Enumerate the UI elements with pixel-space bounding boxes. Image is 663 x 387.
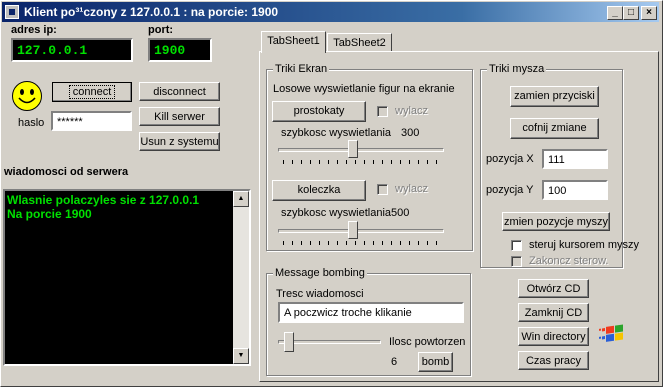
triki-ekran-description: Losowe wyswietlanie figur na ekranie — [273, 83, 455, 95]
repeat-count-label: Ilosc powtorzen — [389, 336, 466, 348]
title-bar[interactable]: Klient po³¹czony z 127.0.0.1 : na porcie… — [2, 2, 659, 22]
speed-slider-1[interactable] — [278, 140, 444, 168]
swap-buttons-button[interactable]: zamien przyciski — [510, 86, 599, 107]
disconnect-button[interactable]: disconnect — [139, 82, 220, 101]
tab-tabsheet2[interactable]: TabSheet2 — [327, 33, 392, 52]
speed-label-1: szybkosc wyswietlania — [281, 127, 392, 139]
window-title: Klient po³¹czony z 127.0.0.1 : na porcie… — [24, 5, 279, 19]
messages-title: wiadomosci od serwera — [4, 166, 129, 178]
password-label: haslo — [18, 117, 45, 129]
message-content-field[interactable]: A poczwicz troche klikanie — [278, 302, 464, 323]
ip-field[interactable]: 127.0.0.1 — [11, 38, 133, 62]
open-cd-button[interactable]: Otwórz CD — [518, 279, 589, 298]
pos-y-field[interactable]: 100 — [542, 180, 608, 200]
undo-change-button[interactable]: cofnij zmiane — [510, 118, 599, 139]
message-bombing-title: Message bombing — [273, 267, 367, 279]
speed-slider-2[interactable] — [278, 221, 444, 249]
pos-y-label: pozycja Y — [486, 184, 534, 196]
slider-thumb[interactable] — [284, 332, 294, 352]
slider-thumb[interactable] — [348, 221, 358, 239]
close-cd-button[interactable]: Zamknij CD — [518, 303, 589, 322]
scroll-down-arrow-icon[interactable]: ▼ — [233, 348, 249, 364]
pos-x-field[interactable]: 111 — [542, 149, 608, 169]
wylacz-label-2: wylacz — [395, 183, 429, 195]
prostokaty-button[interactable]: prostokaty — [272, 101, 366, 122]
zakoncz-checkbox[interactable] — [511, 256, 522, 267]
change-mouse-position-button[interactable]: zmien pozycje myszy — [502, 212, 610, 231]
minimize-button[interactable]: _ — [607, 6, 623, 20]
smiley-icon — [12, 81, 42, 111]
close-button[interactable]: × — [641, 6, 657, 20]
remove-from-system-button[interactable]: Usun z systemu — [139, 132, 220, 151]
triki-mysza-title: Triki mysza — [487, 63, 547, 75]
speed-label-2: szybkosc wyswietlania — [281, 207, 392, 219]
scroll-up-arrow-icon[interactable]: ▲ — [233, 191, 249, 207]
password-field[interactable]: ****** — [51, 111, 132, 131]
zakoncz-label: Zakoncz sterow. — [529, 255, 609, 267]
messages-scrollbar[interactable]: ▲ ▼ — [233, 191, 249, 364]
pos-x-label: pozycja X — [486, 153, 534, 165]
connect-button[interactable]: connect — [52, 82, 132, 102]
tab-tabsheet1[interactable]: TabSheet1 — [261, 31, 326, 53]
message-content-label: Tresc wiadomosci — [276, 288, 364, 300]
message-line: Na porcie 1900 — [7, 207, 92, 221]
koleczka-button[interactable]: koleczka — [272, 180, 366, 201]
speed-value-2: 500 — [391, 207, 410, 219]
win-directory-button[interactable]: Win directory — [518, 327, 589, 346]
wylacz-checkbox-2[interactable] — [377, 184, 388, 195]
repeat-count-slider[interactable] — [278, 332, 381, 352]
messages-box[interactable]: Wlasnie polaczyles sie z 127.0.0.1 Na po… — [3, 189, 251, 366]
message-line: Wlasnie polaczyles sie z 127.0.0.1 — [7, 193, 200, 207]
port-field[interactable]: 1900 — [148, 38, 212, 62]
port-label: port: — [148, 24, 174, 36]
maximize-button[interactable]: □ — [623, 6, 639, 20]
speed-value-1: 300 — [401, 127, 420, 139]
uptime-button[interactable]: Czas pracy — [518, 351, 589, 370]
steruj-label: steruj kursorem myszy — [529, 239, 640, 251]
steruj-checkbox[interactable] — [511, 240, 522, 251]
triki-ekran-title: Triki Ekran — [273, 63, 330, 75]
windows-logo-icon — [599, 324, 623, 342]
wylacz-checkbox-1[interactable] — [377, 106, 388, 117]
slider-thumb[interactable] — [348, 140, 358, 158]
app-icon[interactable] — [5, 5, 19, 19]
kill-server-button[interactable]: Kill serwer — [139, 107, 220, 126]
repeat-count-value: 6 — [391, 356, 398, 368]
connect-label: connect — [68, 85, 116, 99]
bomb-button[interactable]: bomb — [418, 352, 453, 372]
ip-label: adres ip: — [11, 24, 57, 36]
wylacz-label-1: wylacz — [395, 105, 429, 117]
